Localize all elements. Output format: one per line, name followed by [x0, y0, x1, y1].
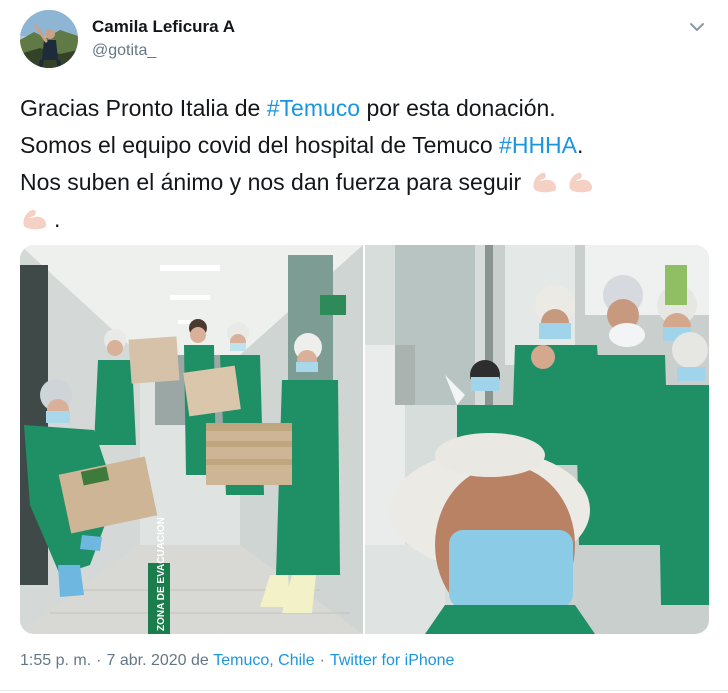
avatar[interactable]	[20, 10, 78, 68]
author-display-name[interactable]: Camila Leficura A	[92, 17, 235, 37]
evacuation-floor-sign: ZONA DE EVACUACION	[156, 517, 167, 631]
hashtag-temuco[interactable]: #Temuco	[267, 95, 360, 121]
author-handle[interactable]: @gotita_	[92, 42, 156, 60]
tweet-text-line-1: Gracias Pronto Italia de #Temuco por est…	[20, 95, 556, 121]
tweet-footer: 1:55 p. m. · 7 abr. 2020 de Temuco, Chile ·…	[20, 652, 454, 670]
tweet-time[interactable]: 1:55 p. m.	[20, 652, 91, 670]
divider	[0, 690, 728, 691]
flexed-biceps-emoji	[566, 167, 600, 193]
flexed-biceps-emoji	[530, 167, 564, 193]
photo-selfie-team[interactable]	[365, 245, 709, 634]
photo-hallway-team[interactable]: ZONA DE EVACUACION	[20, 245, 363, 634]
hashtag-hhha[interactable]: #HHHA	[499, 132, 577, 158]
tweet-text-line-4: .	[20, 201, 710, 238]
tweet-card: Camila Leficura A @gotita_ Gracias Pront…	[0, 0, 728, 693]
tweet-date[interactable]: 7 abr. 2020 de	[106, 652, 208, 670]
separator: ·	[319, 652, 325, 669]
chevron-down-icon[interactable]	[686, 16, 708, 38]
tweet-source-link[interactable]: Twitter for iPhone	[330, 652, 455, 670]
separator: ·	[96, 652, 102, 669]
tweet-text-line-2: Somos el equipo covid del hospital de Te…	[20, 132, 584, 158]
tweet-text-line-3: Nos suben el ánimo y nos dan fuerza para…	[20, 164, 710, 201]
flexed-biceps-emoji	[20, 204, 54, 230]
tweet-location-link[interactable]: Temuco, Chile	[213, 652, 314, 670]
media-gallery: ZONA DE EVACUACION	[20, 245, 709, 634]
tweet-text: Gracias Pronto Italia de #Temuco por est…	[20, 90, 710, 238]
